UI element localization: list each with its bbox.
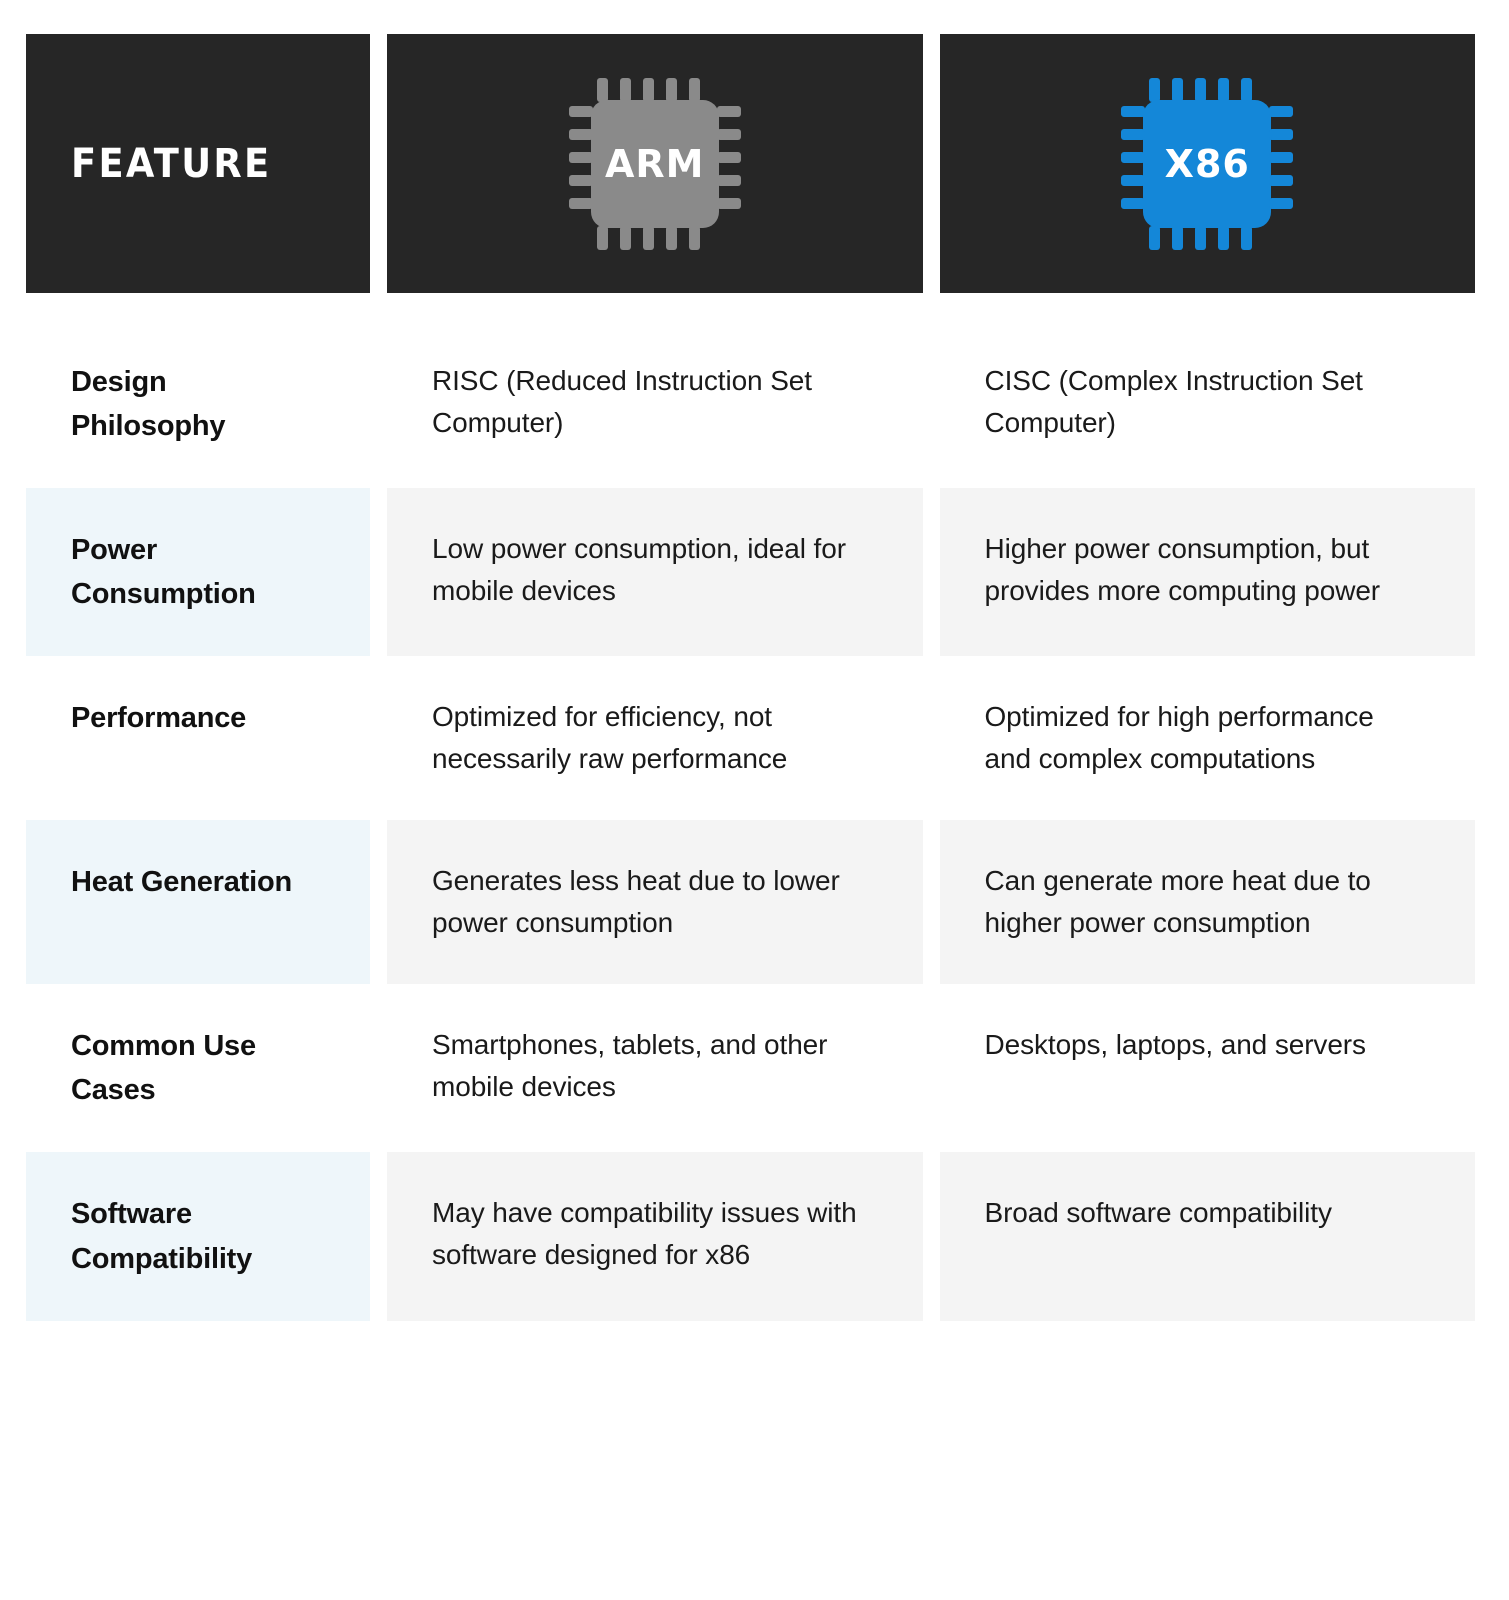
chip-pin-left-2 (568, 151, 593, 163)
chip-pin-right-1 (716, 128, 741, 140)
header-cell-feature: FEATURE (26, 34, 370, 293)
chip-pin-left-4 (1121, 197, 1146, 209)
table-row: Software Compatibility May have compatibi… (26, 1152, 1475, 1321)
row-feature-label: Performance (26, 656, 370, 821)
row-feature-label: Software Compatibility (26, 1152, 370, 1321)
chip-pin-top-0 (1149, 77, 1161, 102)
table-row: Heat Generation Generates less heat due t… (26, 820, 1475, 985)
chip-pin-left-1 (1121, 128, 1146, 140)
chip-pin-right-4 (716, 197, 741, 209)
chip-pin-right-2 (1269, 151, 1294, 163)
chip-pin-top-0 (596, 77, 608, 102)
header-cell-arm: ARM (387, 34, 923, 293)
chip-pin-right-2 (716, 151, 741, 163)
chip-pin-left-0 (568, 105, 593, 117)
chip-pin-top-4 (1241, 77, 1253, 102)
chip-pin-right-0 (716, 105, 741, 117)
chip-pin-top-4 (688, 77, 700, 102)
chip-pin-bottom-2 (1195, 225, 1207, 250)
row-feature-label: Power Consumption (26, 488, 370, 657)
table-row: Common Use Cases Smartphones, tablets, an… (26, 984, 1475, 1153)
x86-chip-label: X86 (1164, 141, 1250, 186)
row-feature-label: Heat Generation (26, 820, 370, 985)
row-x86-value: Can generate more heat due to higher pow… (939, 820, 1475, 985)
chip-pin-bottom-4 (1241, 225, 1253, 250)
row-arm-value: Optimized for efficiency, not necessaril… (387, 656, 923, 821)
x86-chip-body: X86 (1143, 99, 1272, 228)
row-arm-value: Low power consumption, ideal for mobile … (387, 488, 923, 657)
chip-pin-bottom-1 (619, 225, 631, 250)
chip-pin-top-3 (1218, 77, 1230, 102)
chip-pin-bottom-1 (1172, 225, 1184, 250)
chip-pin-left-4 (568, 197, 593, 209)
x86-chip-icon: X86 (1121, 77, 1294, 250)
row-arm-value: RISC (Reduced Instruction Set Computer) (387, 320, 923, 489)
row-feature-label: Common Use Cases (26, 984, 370, 1153)
chip-pin-left-1 (568, 128, 593, 140)
chip-pin-left-2 (1121, 151, 1146, 163)
arm-chip-label: ARM (605, 141, 705, 186)
comparison-table: FEATURE ARM X86 Design Philosophy RISC (R… (0, 0, 1509, 1600)
chip-pin-top-2 (642, 77, 654, 102)
chip-pin-right-4 (1269, 197, 1294, 209)
chip-pin-left-3 (568, 174, 593, 186)
chip-pin-right-0 (1269, 105, 1294, 117)
header-cell-x86: X86 (939, 34, 1475, 293)
row-feature-label: Design Philosophy (26, 320, 370, 489)
table-row: Design Philosophy RISC (Reduced Instructi… (26, 320, 1475, 489)
feature-column-title: FEATURE (71, 140, 272, 187)
chip-pin-bottom-0 (1149, 225, 1161, 250)
chip-pin-left-3 (1121, 174, 1146, 186)
chip-pin-right-3 (716, 174, 741, 186)
row-arm-value: May have compatibility issues with softw… (387, 1152, 923, 1321)
table-body: Design Philosophy RISC (Reduced Instructi… (26, 320, 1475, 1321)
chip-pin-bottom-4 (688, 225, 700, 250)
row-x86-value: CISC (Complex Instruction Set Computer) (939, 320, 1475, 489)
row-x86-value: Broad software compatibility (939, 1152, 1475, 1321)
chip-pin-bottom-3 (1218, 225, 1230, 250)
chip-pin-right-3 (1269, 174, 1294, 186)
arm-chip-body: ARM (590, 99, 719, 228)
chip-pin-top-1 (1172, 77, 1184, 102)
chip-pin-bottom-3 (665, 225, 677, 250)
table-row: Performance Optimized for efficiency, not… (26, 656, 1475, 821)
arm-chip-icon: ARM (568, 77, 741, 250)
row-x86-value: Desktops, laptops, and servers (939, 984, 1475, 1153)
chip-pin-bottom-0 (596, 225, 608, 250)
row-x86-value: Optimized for high performance and compl… (939, 656, 1475, 821)
table-row: Power Consumption Low power consumption, … (26, 488, 1475, 657)
chip-pin-bottom-2 (642, 225, 654, 250)
chip-pin-top-3 (665, 77, 677, 102)
chip-pin-top-2 (1195, 77, 1207, 102)
row-arm-value: Smartphones, tablets, and other mobile d… (387, 984, 923, 1153)
table-header-row: FEATURE ARM X86 (26, 34, 1475, 293)
row-arm-value: Generates less heat due to lower power c… (387, 820, 923, 985)
chip-pin-right-1 (1269, 128, 1294, 140)
row-x86-value: Higher power consumption, but provides m… (939, 488, 1475, 657)
chip-pin-top-1 (619, 77, 631, 102)
chip-pin-left-0 (1121, 105, 1146, 117)
